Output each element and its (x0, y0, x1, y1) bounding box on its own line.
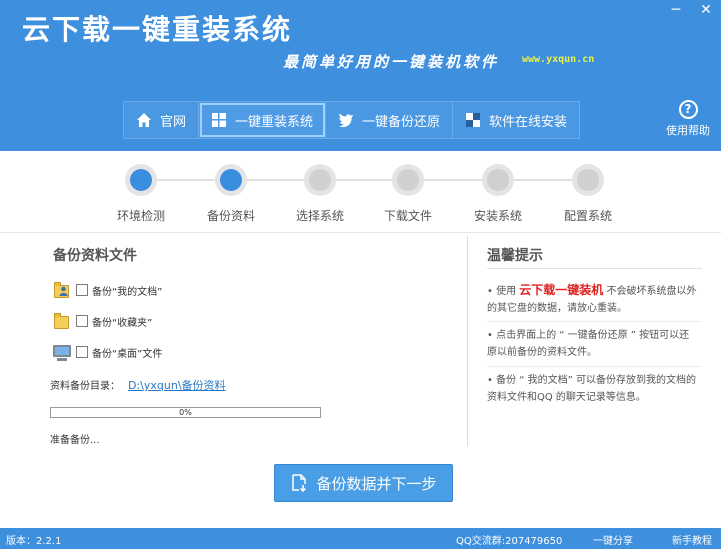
tip-item: • 使用 云下载一键装机 不会破坏系统盘以外的其它盘的数据，请放心重装。 (487, 282, 699, 317)
backup-status-text: 准备备份... (50, 435, 100, 446)
site-url: www.yxqun.cn (522, 54, 595, 65)
nav-item-software-install[interactable]: 软件在线安装 (453, 102, 579, 138)
backup-directory-label: 资料备份目录： (50, 381, 120, 392)
divider (487, 366, 702, 367)
tip-highlight: 云下载一键装机 (519, 283, 604, 297)
bird-icon (338, 112, 354, 128)
step-label: 安装系统 (473, 209, 522, 223)
slogan: 最简单好用的一键装机软件 (283, 53, 500, 71)
help-label: 使用帮助 (666, 124, 710, 137)
qq-group-text: QQ交流群:207479650 (456, 536, 563, 547)
share-link[interactable]: 一键分享 (593, 532, 633, 547)
home-icon (136, 112, 152, 128)
option-label: 备份“收藏夹” (92, 317, 153, 329)
favorites-checkbox[interactable] (76, 315, 88, 327)
divider (487, 321, 702, 322)
documents-checkbox[interactable] (76, 284, 88, 296)
progress-text: 0% (179, 408, 192, 417)
backup-option-favorites[interactable]: 备份“收藏夹” (53, 311, 152, 331)
step-indicator (572, 164, 604, 196)
nav-item-website[interactable]: 官网 (124, 102, 200, 138)
close-button[interactable]: ✕ (691, 0, 721, 20)
option-label: 备份“我的文档” (92, 286, 163, 298)
app-title: 云下载一键重装系统 (22, 13, 293, 46)
main-nav: 官网 一键重装系统 一键备份还原 软件在线安装 (123, 101, 581, 139)
step-label: 选择系统 (295, 209, 344, 223)
desktop-checkbox[interactable] (76, 346, 88, 358)
nav-item-label: 官网 (160, 114, 187, 130)
tip-item: • 点击界面上的 “ 一键备份还原 ” 按钮可以还原以前备份的资料文件。 (487, 330, 690, 358)
step-label: 备份资料 (206, 209, 255, 223)
window-controls: ─ ✕ (661, 0, 721, 20)
backup-option-documents[interactable]: 备份“我的文档” (53, 280, 162, 300)
backup-directory-link[interactable]: D:\yxqun\备份资料 (128, 379, 226, 392)
step-backup-data: 备份资料 (196, 164, 266, 224)
minimize-button[interactable]: ─ (661, 0, 691, 20)
step-indicator (125, 164, 157, 196)
step-indicator (392, 164, 424, 196)
step-configure-system: 配置系统 (553, 164, 623, 224)
step-download-files: 下载文件 (373, 164, 443, 224)
option-label: 备份“桌面”文件 (92, 348, 163, 360)
step-install-system: 安装系统 (463, 164, 533, 224)
desktop-icon (53, 343, 72, 362)
step-label: 下载文件 (383, 209, 432, 223)
backup-option-desktop[interactable]: 备份“桌面”文件 (53, 342, 162, 362)
tips-title: 温馨提示 (487, 248, 543, 264)
step-label: 配置系统 (563, 209, 612, 223)
windows-icon (211, 112, 227, 128)
progress-steps: 环境检测 备份资料 选择系统 下载文件 安装系统 配置系统 (0, 151, 721, 233)
help-button[interactable]: ? 使用帮助 (665, 100, 711, 138)
divider (487, 268, 702, 269)
header: 云下载一键重装系统 最简单好用的一键装机软件 www.yxqun.cn ─ ✕ … (0, 0, 721, 151)
nav-item-label: 一键备份还原 (362, 114, 441, 130)
step-environment-check: 环境检测 (106, 164, 176, 224)
tutorial-link[interactable]: 新手教程 (672, 532, 712, 547)
status-bar: 版本：2.2.1 QQ交流群:207479650 一键分享 新手教程 (0, 528, 721, 549)
documents-folder-icon (53, 281, 72, 300)
nav-item-label: 软件在线安装 (489, 114, 568, 130)
backup-directory-row: 资料备份目录： D:\yxqun\备份资料 (50, 377, 226, 393)
step-indicator (304, 164, 336, 196)
backup-icon (290, 474, 308, 492)
version-text: 版本：2.2.1 (6, 536, 62, 547)
step-label: 环境检测 (116, 209, 165, 223)
backup-panel: 备份资料文件 备份“我的文档” 备份“收藏夹” 备份“桌面”文件 资料备份目录：… (0, 234, 466, 449)
nav-item-label: 一键重装系统 (235, 114, 314, 130)
nav-item-backup-restore[interactable]: 一键备份还原 (326, 102, 454, 138)
step-choose-system: 选择系统 (285, 164, 355, 224)
backup-panel-title: 备份资料文件 (53, 248, 137, 264)
app-window: 云下载一键重装系统 最简单好用的一键装机软件 www.yxqun.cn ─ ✕ … (0, 0, 721, 549)
backup-and-next-button[interactable]: 备份数据并下一步 (274, 464, 453, 502)
backup-progress-bar: 0% (50, 407, 321, 418)
step-indicator (215, 164, 247, 196)
tips-panel: 温馨提示 • 使用 云下载一键装机 不会破坏系统盘以外的其它盘的数据，请放心重装… (468, 234, 721, 449)
tip-prefix: • 使用 (487, 286, 520, 297)
help-icon: ? (678, 100, 698, 119)
favorites-folder-icon (53, 312, 72, 331)
grid-icon (465, 112, 481, 128)
step-indicator (482, 164, 514, 196)
tip-item: • 备份 “ 我的文档” 可以备份存放到我的文档的资料文件和QQ 的聊天记录等信… (487, 375, 696, 403)
backup-and-next-label: 备份数据并下一步 (316, 474, 437, 493)
nav-item-reinstall[interactable]: 一键重装系统 (199, 102, 327, 138)
